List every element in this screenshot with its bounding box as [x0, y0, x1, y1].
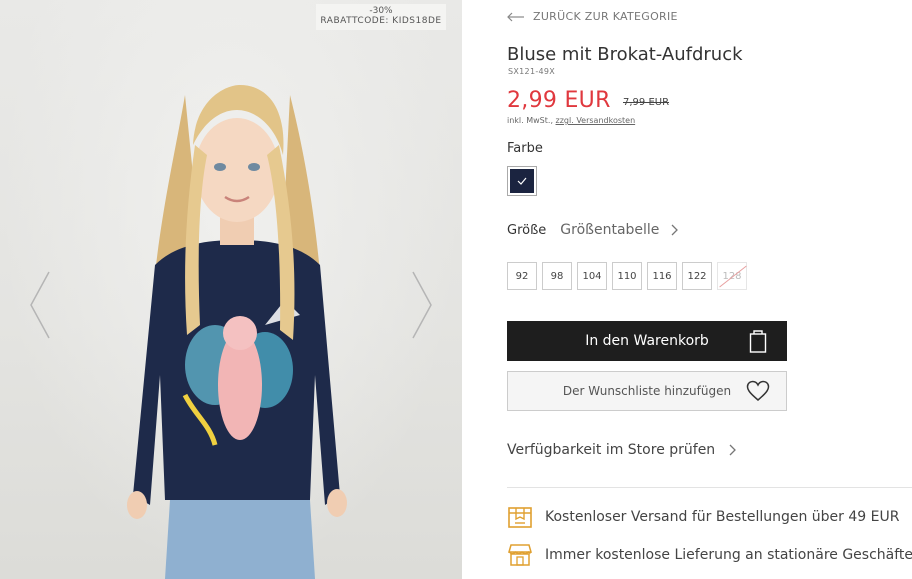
- size-option-122[interactable]: 122: [682, 262, 712, 290]
- product-sku: SX121-49X: [508, 67, 556, 76]
- size-option-98[interactable]: 98: [542, 262, 572, 290]
- size-options: 92 98 104 110 116 122 128: [507, 262, 747, 290]
- add-to-wishlist-label: Der Wunschliste hinzufügen: [562, 384, 732, 398]
- add-to-cart-label: In den Warenkorb: [585, 333, 709, 349]
- store-availability-label: Verfügbarkeit im Store prüfen: [507, 442, 716, 458]
- product-panel: ZURÜCK ZUR KATEGORIE Bluse mit Brokat-Au…: [507, 0, 912, 579]
- gallery-prev-button[interactable]: [28, 270, 52, 340]
- size-option-110[interactable]: 110: [612, 262, 642, 290]
- size-option-116[interactable]: 116: [647, 262, 677, 290]
- add-to-cart-button[interactable]: In den Warenkorb: [507, 321, 787, 361]
- size-label: Größe: [507, 222, 547, 238]
- size-table-link[interactable]: Größentabelle: [560, 222, 659, 238]
- color-swatch-navy[interactable]: [507, 166, 537, 196]
- chevron-right-icon: [671, 224, 679, 236]
- size-option-104[interactable]: 104: [577, 262, 607, 290]
- shipping-costs-link[interactable]: zzgl. Versandkosten: [556, 116, 636, 125]
- chevron-right-icon: [412, 271, 432, 339]
- chevron-right-icon: [729, 444, 737, 456]
- product-gallery: -30% RABATTCODE: KIDS18DE: [0, 0, 462, 579]
- free-shipping-benefit: Kostenloser Versand für Bestellungen übe…: [507, 505, 899, 529]
- size-option-92[interactable]: 92: [507, 262, 537, 290]
- add-to-wishlist-button[interactable]: Der Wunschliste hinzufügen: [507, 371, 787, 411]
- chevron-left-icon: [30, 271, 50, 339]
- package-icon: [508, 507, 532, 528]
- free-shipping-text: Kostenloser Versand für Bestellungen übe…: [545, 509, 900, 525]
- product-photo: [127, 85, 347, 579]
- color-label: Farbe: [507, 141, 543, 156]
- shopping-bag-icon: [749, 330, 767, 353]
- promo-discount: -30%: [369, 6, 393, 16]
- back-link-label: ZURÜCK ZUR KATEGORIE: [533, 10, 678, 23]
- gallery-next-button[interactable]: [410, 270, 434, 340]
- back-to-category-link[interactable]: ZURÜCK ZUR KATEGORIE: [507, 10, 678, 23]
- store-delivery-benefit: Immer kostenlose Lieferung an stationäre…: [507, 543, 912, 567]
- color-swatch-fill: [510, 169, 534, 193]
- store-icon: [508, 544, 532, 566]
- tax-note: inkl. MwSt., zzgl. Versandkosten: [507, 116, 635, 125]
- size-option-128-unavailable: 128: [717, 262, 747, 290]
- product-title: Bluse mit Brokat-Aufdruck: [507, 44, 743, 65]
- arrow-left-icon: [507, 12, 524, 21]
- promo-badge: -30% RABATTCODE: KIDS18DE: [316, 4, 446, 30]
- section-divider: [507, 487, 912, 488]
- check-store-availability-link[interactable]: Verfügbarkeit im Store prüfen: [507, 442, 737, 458]
- promo-code: RABATTCODE: KIDS18DE: [320, 16, 442, 26]
- tax-note-text: inkl. MwSt.,: [507, 116, 553, 125]
- checkmark-icon: [517, 177, 527, 185]
- store-delivery-text: Immer kostenlose Lieferung an stationäre…: [545, 547, 912, 563]
- size-header: Größe Größentabelle: [507, 222, 679, 238]
- heart-icon: [746, 380, 770, 401]
- current-price: 2,99 EUR: [507, 88, 611, 113]
- old-price: 7,99 EUR: [623, 97, 670, 108]
